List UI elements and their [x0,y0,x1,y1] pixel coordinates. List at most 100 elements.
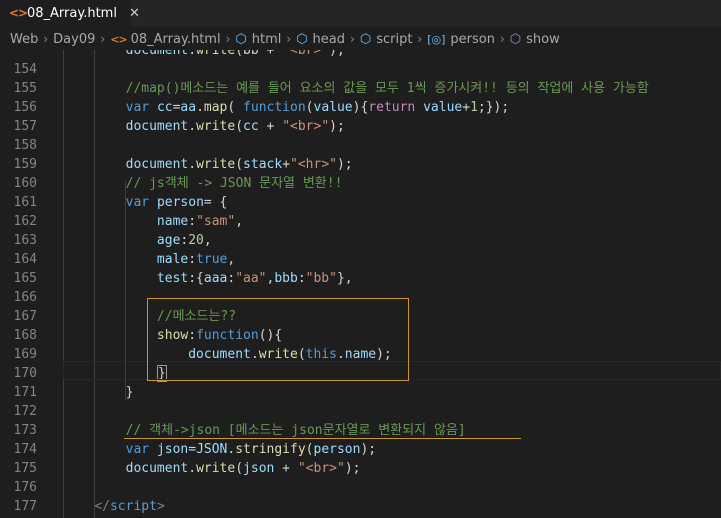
code-token: ( [305,442,314,457]
code-line[interactable]: 157 document.write(cc + "<br>"); [0,117,721,136]
code-token: cc [243,119,259,134]
code-token: test [156,271,189,286]
code-token: write [196,119,236,134]
code-line[interactable]: 161 var person= { [0,193,721,212]
code-line[interactable]: 160 // js객체 -> JSON 문자열 변환!! [0,174,721,193]
code-line[interactable]: 158 [0,136,721,155]
code-text: name:"sam", [63,212,243,231]
breadcrumb-item-file[interactable]: <> 08_Array.html [110,32,220,47]
breadcrumb-item-web[interactable]: Web [10,32,38,47]
code-line[interactable]: 176 [0,478,721,497]
breadcrumb-item-day09[interactable]: Day09 [53,32,95,47]
code-line[interactable]: 175 document.write(json + "<br>"); [0,459,721,478]
code-token: male [156,252,189,267]
code-token: : [188,214,197,229]
code-token: true [196,252,228,267]
code-line[interactable]: 172 [0,402,721,421]
code-token: "<br>" [282,50,330,58]
code-token: //map()메소드는 예를 들어 요소의 값을 모두 1씩 증가시켜!! 등의… [125,81,649,96]
code-token: stack [243,157,283,172]
code-token: script [109,499,157,514]
code-token: + [462,100,471,115]
code-token: write [196,157,236,172]
breadcrumb-item-html[interactable]: ⬡ html [235,32,281,47]
line-number: 170 [13,366,37,381]
code-text: //map()메소드는 예를 들어 요소의 값을 모두 1씩 증가시켜!! 등의… [63,79,649,98]
code-token: json [156,442,189,457]
code-line[interactable]: 177 </script> [0,497,721,516]
code-token: ); [360,442,377,457]
code-text: male:true, [63,250,235,269]
breadcrumb-item-script[interactable]: ⬡ script [360,32,413,47]
code-line[interactable]: 162 name:"sam", [0,212,721,231]
variable-icon: [◎] [427,32,446,46]
line-number: 155 [13,81,37,96]
code-line[interactable]: 163 age:20, [0,231,721,250]
code-token: : [188,252,197,267]
code-line[interactable]: 156 var cc=aa.map( function(value){retur… [0,98,721,117]
code-token: stringify [235,442,306,457]
code-token: } [63,385,134,400]
code-line[interactable]: 171 } [0,383,721,402]
code-token: (bb + [235,50,283,58]
line-number: 175 [13,461,37,476]
code-text: age:20, [63,231,212,250]
line-number: 168 [13,328,37,343]
code-token: . [188,50,197,58]
code-line[interactable]: 154 [0,60,721,79]
line-number: 160 [13,176,37,191]
code-token: JSON [196,442,228,457]
breadcrumb-label: Day09 [53,31,96,47]
chevron-right-icon: › [100,32,106,46]
code-token: + [282,157,291,172]
code-token: "<hr>" [290,157,337,172]
code-line[interactable]: 164 male:true, [0,250,721,269]
tab-08-array-html[interactable]: <> 08_Array.html ✕ [0,0,140,26]
code-token: , [227,252,236,267]
code-token: </ [94,499,110,514]
code-token: value [423,100,463,115]
code-token: json [243,461,275,476]
breadcrumb-item-head[interactable]: ⬡ head [296,32,345,47]
code-token: name [156,214,189,229]
code-token: ); [344,461,361,476]
code-token: "aa" [235,271,267,286]
code-token: , [235,214,244,229]
chevron-right-icon: › [417,32,423,46]
close-icon[interactable]: ✕ [129,6,140,21]
breadcrumb-label: 08_Array.html [130,31,221,47]
breadcrumb-item-show[interactable]: ⬡ show [510,32,560,47]
code-editor[interactable]: document.write(bb + "<br>"); 154 155 //map… [0,50,721,518]
code-token: var [125,195,150,210]
tab-bar: <> 08_Array.html ✕ [0,0,721,26]
code-token: document [125,157,189,172]
code-line[interactable]: document.write(bb + "<br>"); [0,50,721,60]
code-token: "<br>" [282,119,330,134]
code-token: age [156,233,181,248]
code-line[interactable]: 165 test:{aaa:"aa",bbb:"bb"}, [0,269,721,288]
line-number: 166 [13,290,37,305]
code-token: ){ [352,100,369,115]
line-number: 154 [13,62,37,77]
tab-label: 08_Array.html [27,5,117,21]
code-line[interactable]: 174 var json=JSON.stringify(person); [0,440,721,459]
code-line[interactable]: 159 document.write(stack+"<hr>"); [0,155,721,174]
code-token: bbb [274,271,298,286]
code-token: document [125,50,189,58]
cube-icon: ⬡ [235,31,247,47]
code-line[interactable]: 155 //map()메소드는 예를 들어 요소의 값을 모두 1씩 증가시켜!… [0,79,721,98]
line-number: 167 [13,309,37,324]
line-number: 158 [13,138,37,153]
line-number: 177 [13,499,37,514]
breadcrumb-item-person[interactable]: [◎] person [427,32,495,47]
code-token: ( [235,157,244,172]
code-token: + [274,461,298,476]
code-token: : [297,271,306,286]
